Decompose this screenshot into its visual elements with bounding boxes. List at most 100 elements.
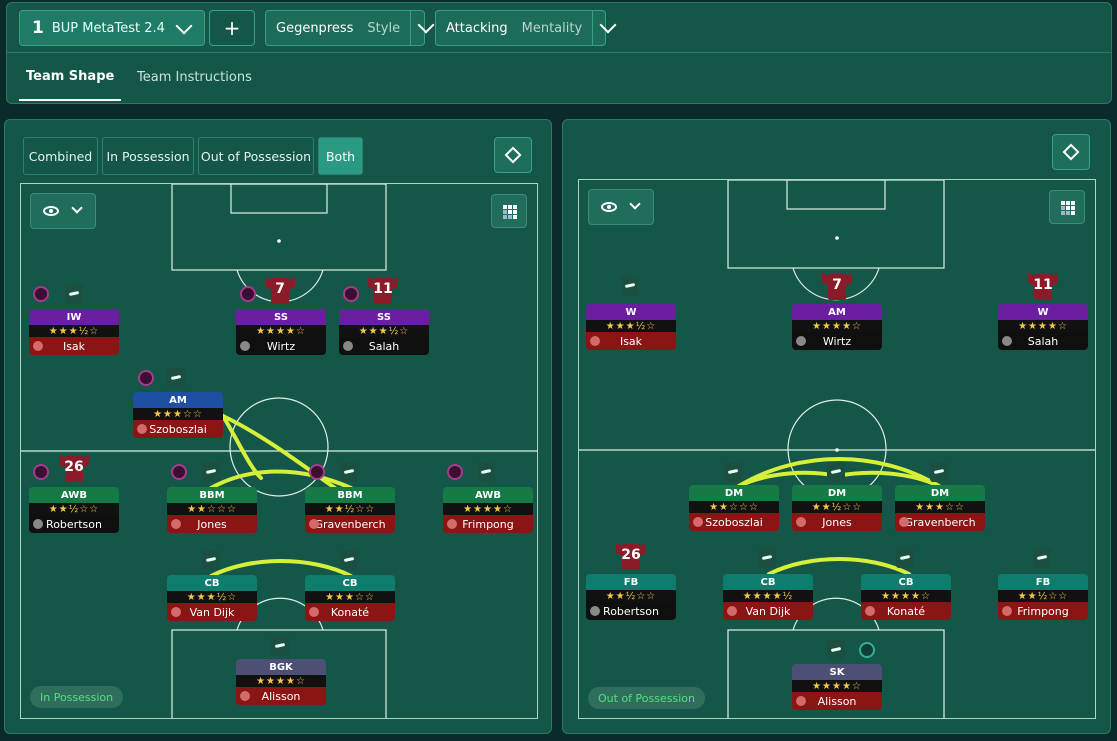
player-name-row: Jones bbox=[167, 515, 257, 533]
player-name-row: Gravenberch bbox=[305, 515, 395, 533]
jersey-icon bbox=[61, 282, 87, 306]
pitch-settings-button[interactable] bbox=[494, 137, 532, 173]
player-name: Isak bbox=[62, 339, 86, 353]
shirt-icon: 11 bbox=[1028, 272, 1058, 302]
avatar bbox=[1002, 606, 1012, 616]
player-card[interactable]: DM ★★★☆☆ Gravenberch bbox=[895, 485, 985, 531]
shirt-icon: 11 bbox=[368, 276, 398, 306]
mentality-select[interactable]: Attacking Mentality bbox=[435, 10, 617, 46]
grid-view-button[interactable] bbox=[1049, 190, 1085, 224]
player-card[interactable]: BGK ★★★★☆ Alisson bbox=[236, 659, 326, 705]
pitch-out-of-possession: W ★★★½☆ Isak 7 AM ★★★★☆ Wirtz 11 W ★★★★☆… bbox=[578, 179, 1096, 719]
grid-view-button[interactable] bbox=[491, 194, 527, 228]
visibility-toggle[interactable] bbox=[30, 193, 96, 229]
player-card[interactable]: BBM ★★½☆☆ Gravenberch bbox=[305, 487, 395, 533]
player-card[interactable]: IW ★★★½☆ Isak bbox=[29, 309, 119, 355]
player-name: Alisson bbox=[817, 694, 857, 708]
player-name: Gravenberch bbox=[904, 515, 976, 529]
avatar bbox=[796, 696, 806, 706]
jersey-icon bbox=[926, 460, 952, 484]
shirt-number: 11 bbox=[373, 281, 393, 297]
chevron-down-icon bbox=[175, 17, 193, 35]
player-name: Jones bbox=[822, 515, 852, 529]
player-name-row: Szoboszlai bbox=[689, 513, 779, 531]
pitch-in-possession: IW ★★★½☆ Isak 7 SS ★★★★☆ Wirtz 11 SS ★★★… bbox=[20, 183, 538, 719]
player-card[interactable]: FB ★★½☆☆ Robertson bbox=[586, 574, 676, 620]
player-role: BBM bbox=[305, 487, 395, 503]
style-select[interactable]: Gegenpress Style bbox=[265, 10, 435, 46]
player-rating: ★★★½☆ bbox=[167, 591, 257, 603]
shirt-number: 7 bbox=[275, 281, 285, 297]
player-name: Van Dijk bbox=[189, 605, 235, 619]
player-card[interactable]: FB ★★½☆☆ Frimpong bbox=[998, 574, 1088, 620]
tactic-select[interactable]: 1 BUP MetaTest 2.4 bbox=[19, 10, 205, 46]
jersey-icon bbox=[1029, 546, 1055, 570]
view-mode-in-possession[interactable]: In Possession bbox=[102, 137, 194, 175]
add-tactic-button[interactable]: + bbox=[209, 10, 255, 46]
player-card[interactable]: AWB ★★★★☆ Frimpong bbox=[443, 487, 533, 533]
player-role: FB bbox=[998, 574, 1088, 590]
player-role: BBM bbox=[167, 487, 257, 503]
player-rating: ★★★☆☆ bbox=[305, 591, 395, 603]
tactic-name: BUP MetaTest 2.4 bbox=[51, 20, 165, 36]
player-role: DM bbox=[792, 485, 882, 501]
tab-team-shape[interactable]: Team Shape bbox=[19, 54, 122, 101]
player-name: Van Dijk bbox=[745, 604, 791, 618]
player-name: Szoboszlai bbox=[149, 422, 207, 436]
player-name: Frimpong bbox=[462, 517, 514, 531]
player-card[interactable]: CB ★★★★½ Van Dijk bbox=[723, 574, 813, 620]
player-rating: ★★★☆☆ bbox=[895, 501, 985, 513]
player-name-row: Robertson bbox=[29, 515, 119, 533]
player-name-row: Wirtz bbox=[792, 332, 882, 350]
player-name-row: Gravenberch bbox=[895, 513, 985, 531]
pitch-settings-button[interactable] bbox=[1052, 134, 1090, 170]
player-card[interactable]: DM ★★☆☆☆ Szoboszlai bbox=[689, 485, 779, 531]
view-mode-combined[interactable]: Combined bbox=[23, 137, 98, 175]
player-rating: ★★★½☆ bbox=[586, 320, 676, 332]
avatar bbox=[33, 341, 43, 351]
avatar bbox=[240, 691, 250, 701]
tab-team-instructions[interactable]: Team Instructions bbox=[137, 54, 252, 101]
player-card[interactable]: BBM ★★☆☆☆ Jones bbox=[167, 487, 257, 533]
player-card[interactable]: SK ★★★★☆ Alisson bbox=[792, 664, 882, 710]
player-card[interactable]: W ★★★★☆ Salah bbox=[998, 304, 1088, 350]
player-name-row: Alisson bbox=[236, 687, 326, 705]
in-possession-panel: Combined In Possession Out of Possession… bbox=[4, 119, 552, 734]
player-card[interactable]: AM ★★★☆☆ Szoboszlai bbox=[133, 392, 223, 438]
chevron-down-icon bbox=[417, 16, 435, 34]
player-role: CB bbox=[723, 574, 813, 590]
player-card[interactable]: AWB ★★½☆☆ Robertson bbox=[29, 487, 119, 533]
player-rating: ★★★★☆ bbox=[236, 675, 326, 687]
style-dropdown[interactable] bbox=[410, 11, 435, 45]
player-role: SS bbox=[236, 309, 326, 325]
player-name: Wirtz bbox=[822, 334, 852, 348]
view-mode-out-of-possession[interactable]: Out of Possession bbox=[198, 137, 314, 175]
grid-icon bbox=[1061, 201, 1075, 215]
player-card[interactable]: W ★★★½☆ Isak bbox=[586, 304, 676, 350]
player-card[interactable]: CB ★★★☆☆ Konaté bbox=[305, 575, 395, 621]
phase-label: Out of Possession bbox=[588, 687, 705, 709]
avatar bbox=[137, 424, 147, 434]
avatar bbox=[899, 517, 909, 527]
out-of-possession-panel: W ★★★½☆ Isak 7 AM ★★★★☆ Wirtz 11 W ★★★★☆… bbox=[562, 119, 1111, 734]
player-name-row: Konaté bbox=[305, 603, 395, 621]
visibility-toggle[interactable] bbox=[588, 189, 654, 225]
player-card[interactable]: AM ★★★★☆ Wirtz bbox=[792, 304, 882, 350]
player-name: Jones bbox=[197, 517, 227, 531]
player-card[interactable]: SS ★★★½☆ Salah bbox=[339, 309, 429, 355]
role-badge-icon bbox=[138, 370, 154, 386]
player-role: SS bbox=[339, 309, 429, 325]
mentality-dropdown[interactable] bbox=[592, 11, 617, 45]
player-name: Robertson bbox=[46, 517, 102, 531]
view-mode-both[interactable]: Both bbox=[318, 137, 363, 175]
player-rating: ★★½☆☆ bbox=[305, 503, 395, 515]
player-rating: ★★★½☆ bbox=[339, 325, 429, 337]
player-name-row: Alisson bbox=[792, 692, 882, 710]
player-name: Alisson bbox=[261, 689, 301, 703]
player-card[interactable]: CB ★★★½☆ Van Dijk bbox=[167, 575, 257, 621]
role-badge-icon bbox=[33, 464, 49, 480]
player-card[interactable]: CB ★★★★☆ Konaté bbox=[861, 574, 951, 620]
mentality-value: Attacking bbox=[446, 20, 508, 36]
player-card[interactable]: DM ★★½☆☆ Jones bbox=[792, 485, 882, 531]
player-card[interactable]: SS ★★★★☆ Wirtz bbox=[236, 309, 326, 355]
